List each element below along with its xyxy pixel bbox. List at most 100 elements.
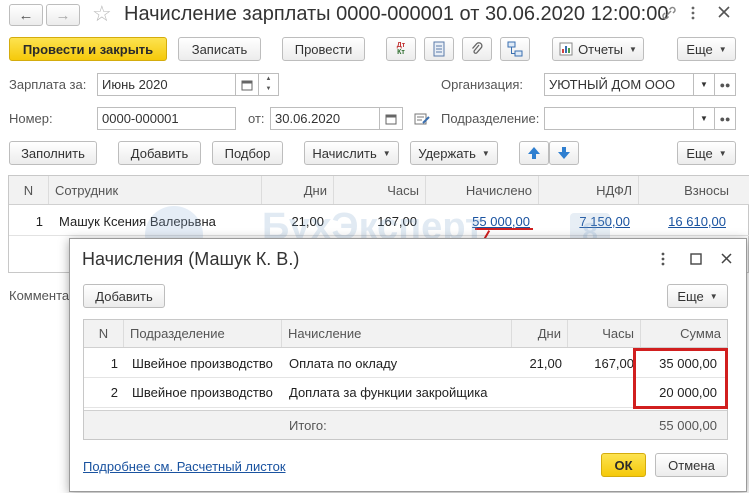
- calendar-button[interactable]: [235, 73, 259, 96]
- row-n: 1: [35, 214, 43, 229]
- col-ndfl[interactable]: НДФЛ: [539, 176, 639, 204]
- fill-button[interactable]: Заполнить: [9, 141, 97, 165]
- cancel-button[interactable]: Отмена: [655, 453, 728, 477]
- reports-button[interactable]: Отчеты ▼: [552, 37, 644, 61]
- accrue-button[interactable]: Начислить ▼: [304, 141, 399, 165]
- dialog-more-button[interactable]: Еще ▼: [667, 284, 728, 308]
- attach-button[interactable]: [462, 37, 492, 61]
- row-accrued-link[interactable]: 55 000,00: [426, 214, 530, 229]
- chevron-down-icon: ▼: [382, 148, 391, 158]
- open-item-icon: ●●: [719, 79, 731, 90]
- stepper-up-icon[interactable]: ▲: [266, 76, 272, 82]
- select-button[interactable]: Подбор: [212, 141, 283, 165]
- dcol-hours[interactable]: Часы: [568, 320, 641, 347]
- col-accrued[interactable]: Начислено: [426, 176, 539, 204]
- row-contributions-link[interactable]: 16 610,00: [639, 214, 726, 229]
- row-hours: 167,00: [377, 214, 417, 229]
- date-field[interactable]: 30.06.2020: [270, 107, 380, 130]
- chevron-down-icon: ▼: [481, 148, 490, 158]
- document-list-button[interactable]: [424, 37, 454, 61]
- organization-label: Организация:: [441, 77, 524, 92]
- row-ndfl-link[interactable]: 7 150,00: [539, 214, 630, 229]
- arrow-right-icon: →: [55, 6, 71, 24]
- forward-button[interactable]: →: [46, 4, 80, 26]
- document-list-icon: [433, 41, 445, 57]
- col-days[interactable]: Дни: [262, 176, 334, 204]
- dcol-sum[interactable]: Сумма: [641, 320, 727, 347]
- link-icon[interactable]: [660, 4, 680, 24]
- organization-field[interactable]: УЮТНЫЙ ДОМ ООО: [544, 73, 694, 96]
- dt-kt-button[interactable]: Дт Кт: [386, 37, 416, 61]
- organization-dropdown-button[interactable]: ▼: [693, 73, 715, 96]
- col-n[interactable]: N: [9, 176, 49, 204]
- kebab-menu-icon[interactable]: [690, 4, 700, 24]
- withhold-label: Удержать: [418, 145, 476, 161]
- chevron-down-icon: ▼: [718, 44, 727, 54]
- stepper-down-icon[interactable]: ▼: [266, 86, 272, 92]
- back-button[interactable]: ←: [9, 4, 43, 26]
- dialog-add-button[interactable]: Добавить: [83, 284, 165, 308]
- dialog-title: Начисления (Машук К. В.): [82, 249, 300, 269]
- chevron-down-icon: ▼: [718, 148, 727, 158]
- col-contributions[interactable]: Взносы: [639, 176, 735, 204]
- drow-days: 21,00: [529, 356, 562, 371]
- salary-for-label: Зарплата за:: [9, 77, 87, 92]
- dcol-department[interactable]: Подразделение: [124, 320, 282, 347]
- sum-highlight-box: [633, 348, 728, 409]
- close-icon[interactable]: [716, 4, 736, 24]
- maximize-icon[interactable]: [690, 253, 702, 268]
- drow-hours: 167,00: [594, 356, 634, 371]
- department-open-button[interactable]: ●●: [714, 107, 736, 130]
- drow-department: Швейное производство: [132, 385, 273, 400]
- table-more-button[interactable]: Еще ▼: [677, 141, 736, 165]
- number-label: Номер:: [9, 111, 53, 126]
- accruals-dialog: Начисления (Машук К. В.) Добавить Еще ▼ N…: [69, 238, 747, 492]
- department-field[interactable]: [544, 107, 694, 130]
- period-stepper[interactable]: ▲ ▼: [258, 73, 279, 96]
- comment-label: Коммента: [9, 288, 70, 303]
- number-field[interactable]: 0000-000001: [97, 107, 236, 130]
- structure-button[interactable]: [500, 37, 530, 61]
- chevron-down-icon: ▼: [629, 44, 637, 54]
- add-button[interactable]: Добавить: [118, 141, 201, 165]
- structure-icon: [507, 41, 523, 57]
- drow-accrual: Доплата за функции закройщика: [289, 385, 488, 400]
- accruals-table-footer: [84, 410, 727, 439]
- move-down-button[interactable]: [549, 141, 579, 165]
- drow-department: Швейное производство: [132, 356, 273, 371]
- dialog-kebab-icon[interactable]: [660, 251, 666, 270]
- reports-label: Отчеты: [578, 41, 623, 57]
- main-table-header: N Сотрудник Дни Часы Начислено НДФЛ Взно…: [9, 176, 749, 205]
- payslip-link[interactable]: Подробнее см. Расчетный листок: [83, 459, 286, 474]
- paperclip-icon: [472, 42, 483, 54]
- dt-kt-icon: Дт Кт: [396, 42, 406, 56]
- window-title: Начисление зарплаты 0000-000001 от 30.06…: [124, 3, 669, 25]
- withhold-button[interactable]: Удержать ▼: [410, 141, 498, 165]
- chevron-down-icon: ▼: [700, 80, 708, 89]
- row-days: 21,00: [291, 214, 324, 229]
- edit-note-icon[interactable]: [414, 111, 430, 130]
- save-button[interactable]: Записать: [178, 37, 261, 61]
- department-dropdown-button[interactable]: ▼: [693, 107, 715, 130]
- post-and-close-button[interactable]: Провести и закрыть: [9, 37, 167, 61]
- favorite-star-icon[interactable]: ☆: [92, 2, 112, 26]
- ok-button[interactable]: ОК: [601, 453, 646, 477]
- open-item-icon: ●●: [719, 113, 731, 124]
- total-label: Итого:: [289, 418, 327, 433]
- dcol-days[interactable]: Дни: [512, 320, 568, 347]
- dcol-n[interactable]: N: [84, 320, 124, 347]
- col-employee[interactable]: Сотрудник: [49, 176, 262, 204]
- col-hours[interactable]: Часы: [334, 176, 426, 204]
- more-button[interactable]: Еще ▼: [677, 37, 736, 61]
- salary-for-field[interactable]: Июнь 2020: [97, 73, 236, 96]
- dcol-accrual[interactable]: Начисление: [282, 320, 512, 347]
- calendar-icon: [241, 80, 253, 90]
- accruals-table-header: N Подразделение Начисление Дни Часы Сумм…: [84, 320, 727, 348]
- organization-open-button[interactable]: ●●: [714, 73, 736, 96]
- post-button[interactable]: Провести: [282, 37, 365, 61]
- date-calendar-button[interactable]: [379, 107, 403, 130]
- report-chart-icon: [559, 42, 573, 56]
- move-up-button[interactable]: [519, 141, 549, 165]
- dialog-close-icon[interactable]: [720, 252, 733, 268]
- dialog-more-label: Еще: [677, 288, 704, 304]
